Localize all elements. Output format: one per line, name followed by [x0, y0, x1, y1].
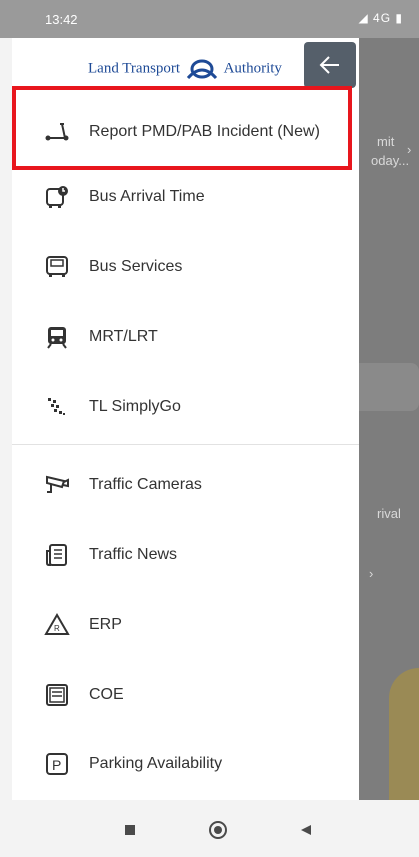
- status-icons: ◢ 4G ▮: [358, 11, 403, 25]
- background-app-scrim[interactable]: mit oday... › rival ›: [359, 38, 419, 800]
- coe-icon: [44, 682, 70, 708]
- menu-item-report-pmd[interactable]: Report PMD/PAB Incident (New): [12, 97, 359, 167]
- simplygo-icon: [44, 394, 70, 420]
- bg-card: [359, 363, 419, 411]
- svg-text:P: P: [52, 757, 61, 773]
- bg-text-2: oday...: [371, 153, 410, 168]
- signal-icon: ◢: [358, 11, 369, 25]
- erp-icon: R: [44, 612, 70, 638]
- menu-item-label: TL SimplyGo: [89, 398, 181, 415]
- menu-item-coe[interactable]: COE: [12, 660, 359, 730]
- news-icon: [44, 542, 70, 568]
- scooter-icon: [44, 119, 70, 145]
- chevron-right-icon: ›: [369, 566, 374, 581]
- menu-item-traffic-news[interactable]: Traffic News: [12, 520, 359, 590]
- menu-item-label: Traffic Cameras: [89, 476, 202, 493]
- recents-button[interactable]: [120, 820, 140, 840]
- home-button[interactable]: [208, 820, 228, 840]
- parking-icon: P: [44, 751, 70, 777]
- triangle-back-icon: [301, 825, 311, 835]
- menu-item-bus-services[interactable]: Bus Services: [12, 232, 359, 302]
- menu-item-label: MRT/LRT: [89, 328, 158, 345]
- menu-item-label: Bus Services: [89, 258, 183, 275]
- bg-text-3: rival: [377, 506, 401, 521]
- menu-item-mrt-lrt[interactable]: MRT/LRT: [12, 302, 359, 372]
- menu-item-label: Bus Arrival Time: [89, 188, 205, 205]
- back-nav-button[interactable]: [296, 820, 316, 840]
- bus-front-icon: [44, 254, 70, 280]
- logo-text-right: Authority: [223, 60, 282, 77]
- menu-divider: [12, 444, 359, 445]
- menu-item-bus-arrival[interactable]: Bus Arrival Time: [12, 162, 359, 232]
- camera-icon: [44, 472, 70, 498]
- network-label: 4G: [373, 11, 392, 25]
- menu-item-parking[interactable]: P Parking Availability: [12, 729, 359, 799]
- logo-text-left: Land Transport: [88, 60, 181, 77]
- bg-banner: [389, 668, 419, 800]
- circle-icon: [209, 821, 227, 839]
- menu-item-label: ERP: [89, 616, 122, 633]
- menu-item-traffic-cameras[interactable]: Traffic Cameras: [12, 450, 359, 520]
- status-bar: 13:42 ◢ 4G ▮: [0, 0, 419, 38]
- menu-item-simplygo[interactable]: TL SimplyGo: [12, 372, 359, 442]
- bus-clock-icon: [44, 184, 70, 210]
- status-time: 13:42: [45, 12, 78, 27]
- train-icon: [44, 324, 70, 350]
- arrow-left-icon: [319, 56, 339, 74]
- menu-item-label: Traffic News: [89, 546, 178, 563]
- system-nav-bar: [0, 800, 419, 857]
- menu-item-label: Report PMD/PAB Incident (New): [89, 123, 320, 140]
- lta-logo: Land Transport Authority: [88, 58, 282, 80]
- menu-item-label: COE: [89, 686, 124, 703]
- lta-emblem-icon: [186, 59, 217, 80]
- menu-item-erp[interactable]: R ERP: [12, 590, 359, 660]
- chevron-right-icon: ›: [407, 142, 412, 157]
- menu-item-label: Parking Availability: [89, 755, 223, 772]
- drawer-header: Land Transport Authority: [12, 38, 359, 101]
- square-icon: [125, 825, 135, 835]
- battery-icon: ▮: [395, 11, 403, 25]
- back-button[interactable]: [304, 42, 356, 88]
- svg-text:R: R: [54, 624, 60, 633]
- bg-text-1: mit: [377, 134, 395, 149]
- navigation-drawer: Land Transport Authority Report PMD/PAB …: [12, 38, 359, 800]
